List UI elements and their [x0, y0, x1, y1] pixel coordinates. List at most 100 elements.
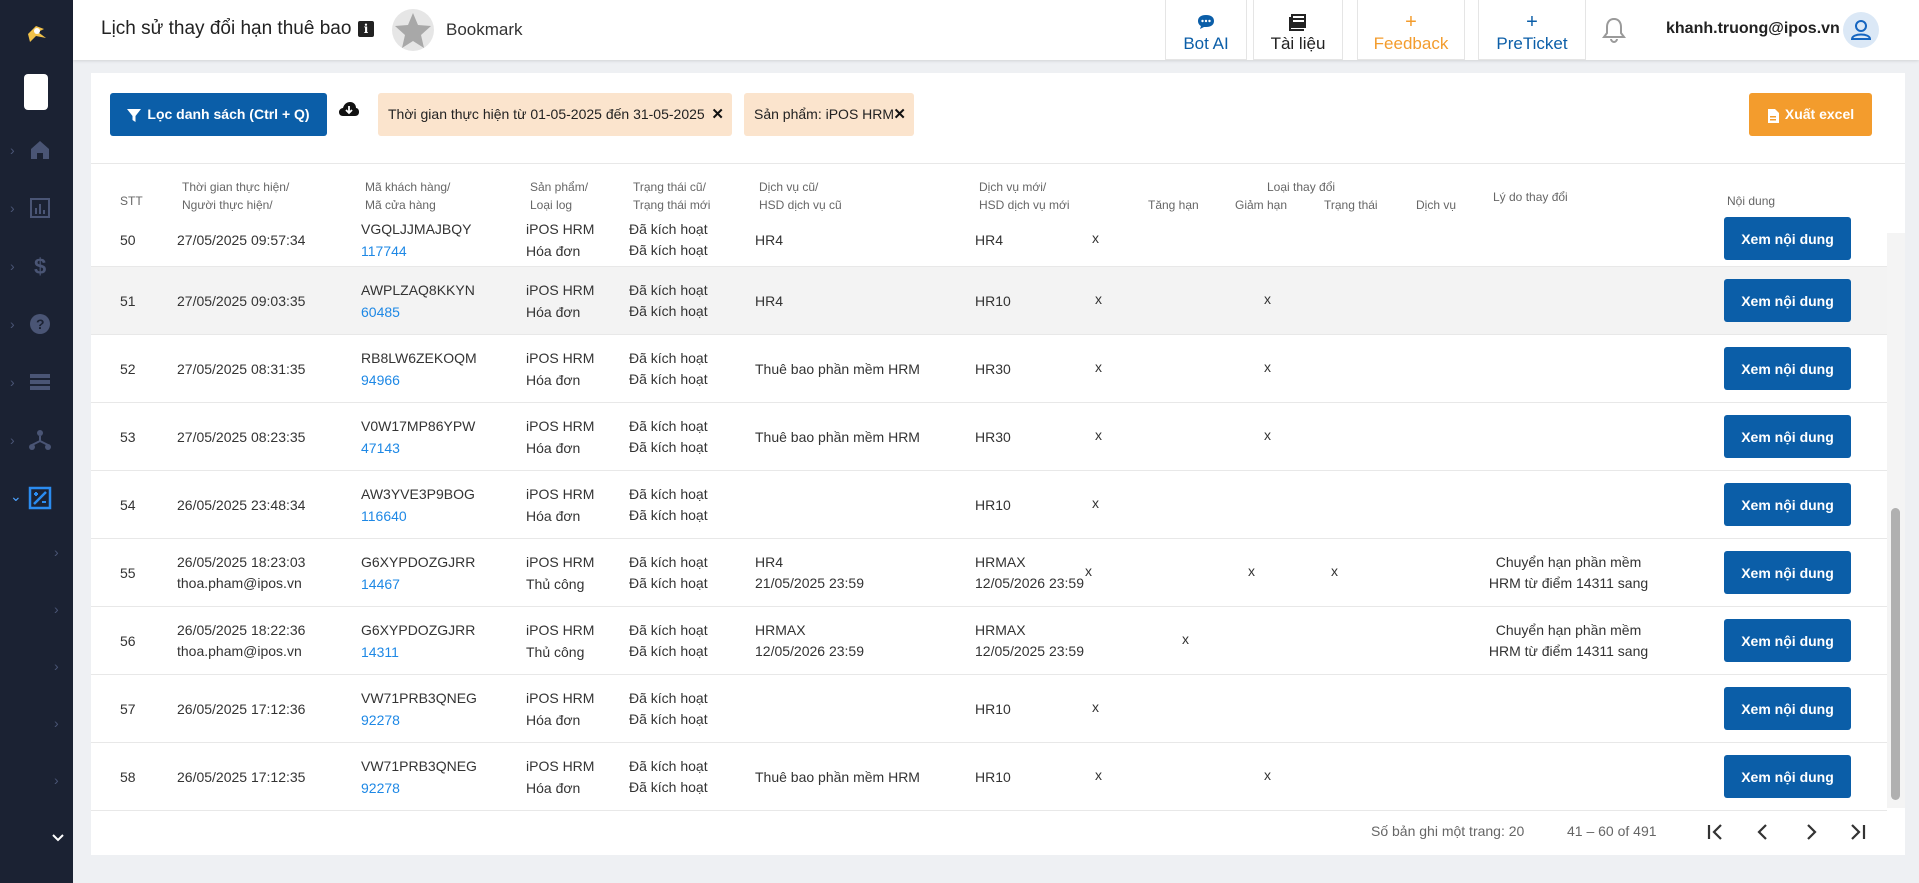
sidebar-item-home[interactable]: ›	[0, 130, 73, 170]
customer-code-cell: G6XYPDOZGJRR	[361, 622, 476, 638]
header-product: Sản phẩm/	[530, 180, 589, 194]
time-cell: 26/05/2025 18:22:36	[177, 622, 306, 638]
last-page-icon[interactable]	[1844, 818, 1872, 846]
old-service-cell: Thuê bao phần mềm HRM	[755, 769, 920, 785]
filter-chip-time-label: Thời gian thực hiện từ 01-05-2025 đến 31…	[388, 106, 705, 122]
close-icon[interactable]: ✕	[711, 93, 724, 136]
header-content: Nội dung	[1727, 194, 1776, 208]
store-code-link[interactable]: 92278	[361, 710, 400, 731]
store-code-link[interactable]: 14311	[361, 642, 399, 663]
new-status-cell: Đã kích hoạt	[629, 779, 708, 795]
header-new-status: Trạng thái mới	[633, 198, 711, 212]
header-user: Người thực hiện/	[182, 198, 273, 212]
bot-ai-label: Bot AI	[1183, 34, 1229, 53]
new-service-cell: HR10	[975, 769, 1011, 785]
bookmark-label[interactable]: Bookmark	[446, 20, 523, 40]
old-expiry-cell: 12/05/2026 23:59	[755, 643, 864, 659]
user-email[interactable]: khanh.truong@ipos.vn	[1666, 20, 1840, 38]
store-code-link[interactable]: 94966	[361, 370, 400, 391]
stt-cell: 53	[120, 429, 136, 445]
filter-button[interactable]: Lọc danh sách (Ctrl + Q)	[110, 93, 327, 136]
documents-button[interactable]: Tài liệu	[1253, 0, 1343, 60]
view-content-button[interactable]: Xem nội dung	[1724, 217, 1851, 260]
scrollbar[interactable]	[1887, 233, 1905, 808]
increase-mark: x	[1085, 563, 1092, 579]
view-content-button[interactable]: Xem nội dung	[1724, 415, 1851, 458]
chevron-right-icon: ›	[10, 316, 15, 332]
bell-icon[interactable]	[1601, 16, 1627, 44]
sidebar-item-network[interactable]: ›	[0, 420, 73, 460]
customer-code-cell: G6XYPDOZGJRR	[361, 554, 476, 570]
preticket-button[interactable]: + PreTicket	[1478, 0, 1586, 60]
product-cell: iPOS HRM	[526, 350, 595, 366]
bot-ai-button[interactable]: Bot AI	[1165, 0, 1247, 60]
store-code-link[interactable]: 47143	[361, 438, 400, 459]
store-code-link[interactable]: 92278	[361, 778, 400, 799]
store-code-link[interactable]: 60485	[361, 302, 400, 323]
logo-icon[interactable]	[24, 20, 50, 46]
next-page-icon[interactable]	[1797, 818, 1825, 846]
view-content-button[interactable]: Xem nội dung	[1724, 755, 1851, 798]
chevron-down-icon[interactable]	[50, 830, 66, 846]
new-expiry-cell: 12/05/2026 23:59	[975, 575, 1084, 591]
increase-mark: x	[1095, 427, 1102, 443]
view-content-button[interactable]: Xem nội dung	[1724, 347, 1851, 390]
chat-icon	[1198, 15, 1214, 29]
table-row: 52 27/05/2025 08:31:35 RB8LW6ZEKOQM 94966 iP…	[91, 335, 1887, 403]
close-icon[interactable]: ✕	[893, 93, 906, 136]
sidebar-item-help[interactable]: › ?	[0, 304, 73, 344]
product-cell: iPOS HRM	[526, 554, 595, 570]
customer-code-cell: VW71PRB3QNEG	[361, 758, 477, 774]
chevron-right-icon[interactable]: ›	[54, 601, 59, 617]
view-content-button[interactable]: Xem nội dung	[1724, 483, 1851, 526]
chevron-right-icon[interactable]: ›	[54, 544, 59, 560]
table-row: 57 26/05/2025 17:12:36 VW71PRB3QNEG 92278 iP…	[91, 675, 1887, 743]
view-content-button[interactable]: Xem nội dung	[1724, 687, 1851, 730]
sidebar-item-list[interactable]: ›	[0, 362, 73, 402]
chevron-right-icon[interactable]: ›	[54, 658, 59, 674]
status-chg-mark: x	[1248, 563, 1255, 579]
export-excel-button[interactable]: Xuất excel	[1749, 93, 1872, 136]
header-status-change: Trạng thái	[1324, 198, 1378, 212]
time-cell: 27/05/2025 08:23:35	[177, 429, 306, 445]
previous-page-icon[interactable]	[1749, 818, 1777, 846]
chevron-right-icon[interactable]: ›	[54, 772, 59, 788]
time-cell: 27/05/2025 09:57:34	[177, 232, 306, 248]
sidebar-item-finance[interactable]: › $	[0, 246, 73, 286]
store-code-link[interactable]: 116640	[361, 506, 407, 527]
store-code-link[interactable]: 14467	[361, 574, 400, 595]
first-page-icon[interactable]	[1701, 818, 1729, 846]
chevron-right-icon[interactable]: ›	[54, 715, 59, 731]
customer-code-cell: RB8LW6ZEKOQM	[361, 350, 477, 366]
cloud-download-icon[interactable]	[338, 101, 360, 119]
sidebar-item-subscription[interactable]: ⌄	[0, 478, 73, 518]
stt-cell: 51	[120, 293, 136, 309]
scrollbar-thumb[interactable]	[1891, 508, 1900, 800]
new-status-cell: Đã kích hoạt	[629, 575, 708, 591]
header-service-change: Dịch vụ	[1416, 198, 1457, 212]
info-icon[interactable]: i	[358, 21, 374, 37]
stt-cell: 54	[120, 497, 136, 513]
old-service-cell: HRMAX	[755, 622, 806, 638]
increase-mark: x	[1095, 359, 1102, 375]
view-content-button[interactable]: Xem nội dung	[1724, 279, 1851, 322]
workspace-switch[interactable]	[24, 74, 48, 110]
bookmark-star-icon[interactable]	[391, 8, 435, 52]
view-content-button[interactable]: Xem nội dung	[1724, 619, 1851, 662]
old-status-cell: Đã kích hoạt	[629, 418, 708, 434]
new-service-cell: HR30	[975, 361, 1011, 377]
sidebar-item-reports[interactable]: ›	[0, 188, 73, 228]
avatar[interactable]	[1843, 12, 1879, 48]
stt-cell: 50	[120, 232, 136, 248]
store-code-link[interactable]: 117744	[361, 241, 407, 262]
feedback-button[interactable]: + Feedback	[1357, 0, 1465, 60]
filter-chip-product-label: Sản phẩm: iPOS HRM	[754, 106, 895, 122]
table-row: 51 27/05/2025 09:03:35 AWPLZAQ8KKYN 60485 iP…	[91, 267, 1887, 335]
new-service-cell: HRMAX	[975, 554, 1026, 570]
status-chg-mark: x	[1264, 427, 1271, 443]
view-content-button[interactable]: Xem nội dung	[1724, 551, 1851, 594]
increase-mark: x	[1092, 699, 1099, 715]
log-type-cell: Hóa đơn	[526, 304, 581, 320]
new-status-cell: Đã kích hoạt	[629, 439, 708, 455]
old-status-cell: Đã kích hoạt	[629, 622, 708, 638]
